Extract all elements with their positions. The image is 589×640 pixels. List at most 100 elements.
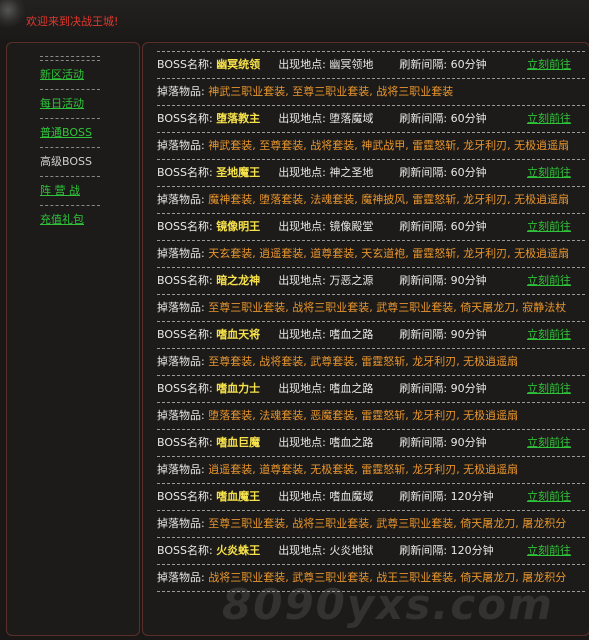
drops-label: 掉落物品: — [157, 463, 205, 476]
boss-drops-row: 掉落物品: 神武三职业套装, 至尊三职业套装, 战将三职业套装 — [157, 79, 585, 105]
boss-name-label: BOSS名称: — [157, 490, 213, 503]
boss-drops: 至尊套装, 战将套装, 武尊套装, 雷霆怒斩, 龙牙利刃, 无极逍遥扇 — [208, 355, 519, 368]
boss-name: 嗜血魔王 — [216, 490, 261, 503]
location-label: 出现地点: — [278, 58, 326, 71]
boss-drops-row: 掉落物品: 魔神套装, 堕落套装, 法魂套装, 魔神披风, 雷霆怒斩, 龙牙利刃… — [157, 187, 585, 213]
menu-divider — [40, 118, 100, 119]
location-label: 出现地点: — [278, 166, 326, 179]
go-now-link[interactable]: 立刻前往 — [527, 322, 571, 348]
boss-location: 火炎地狱 — [329, 544, 374, 557]
boss-info-row: BOSS名称: 镜像明王 出现地点: 镜像殿堂 刷新间隔: 60分钟 立刻前往 — [157, 214, 585, 240]
go-now-link[interactable]: 立刻前往 — [527, 430, 571, 456]
boss-name: 嗜血巨魔 — [216, 436, 261, 449]
ornament-corner-icon — [0, 0, 26, 40]
menu-divider — [40, 147, 100, 148]
boss-info-row: BOSS名称: 堕落教主 出现地点: 堕落魔域 刷新间隔: 60分钟 立刻前往 — [157, 106, 585, 132]
nav-menu: 新区活动每日活动普通BOSS 高级BOSS 阵 营 战充值礼包 — [40, 53, 100, 231]
boss-name: 嗜血力士 — [216, 382, 261, 395]
nav-item-label[interactable]: 阵 营 战 — [40, 184, 80, 197]
interval-label: 刷新间隔: — [399, 328, 448, 341]
boss-interval: 90分钟 — [450, 328, 487, 341]
boss-name-label: BOSS名称: — [157, 382, 213, 395]
drops-label: 掉落物品: — [157, 355, 205, 368]
boss-interval: 90分钟 — [450, 382, 487, 395]
go-now-link[interactable]: 立刻前往 — [527, 484, 571, 510]
location-label: 出现地点: — [278, 328, 326, 341]
nav-item[interactable]: 充值礼包 — [40, 209, 100, 231]
interval-label: 刷新间隔: — [399, 112, 448, 125]
menu-divider — [40, 89, 100, 90]
boss-drops: 至尊三职业套装, 战将三职业套装, 武尊三职业套装, 倚天屠龙刀, 寂静法杖 — [208, 301, 567, 314]
boss-drops-row: 掉落物品: 至尊三职业套装, 战将三职业套装, 武尊三职业套装, 倚天屠龙刀, … — [157, 295, 585, 321]
boss-location: 嗜血之路 — [329, 328, 374, 341]
drops-label: 掉落物品: — [157, 409, 205, 422]
boss-location: 幽冥领地 — [329, 58, 374, 71]
menu-divider — [40, 60, 100, 61]
boss-name-label: BOSS名称: — [157, 544, 213, 557]
nav-item[interactable]: 普通BOSS — [40, 122, 100, 144]
boss-list: BOSS名称: 幽冥统领 出现地点: 幽冥领地 刷新间隔: 60分钟 立刻前往 掉落物品… — [157, 51, 585, 592]
go-now-link[interactable]: 立刻前往 — [527, 376, 571, 402]
boss-location: 堕落魔域 — [329, 112, 374, 125]
location-label: 出现地点: — [278, 490, 326, 503]
boss-info-row: BOSS名称: 圣地魔王 出现地点: 神之圣地 刷新间隔: 60分钟 立刻前往 — [157, 160, 585, 186]
boss-interval: 120分钟 — [450, 490, 494, 503]
nav-item[interactable]: 阵 营 战 — [40, 180, 100, 202]
menu-divider — [40, 176, 100, 177]
location-label: 出现地点: — [278, 220, 326, 233]
boss-name-label: BOSS名称: — [157, 436, 213, 449]
interval-label: 刷新间隔: — [399, 220, 448, 233]
boss-info-row: BOSS名称: 嗜血魔王 出现地点: 嗜血魔域 刷新间隔: 120分钟 立刻前往 — [157, 484, 585, 510]
welcome-text: 欢迎来到决战王城! — [26, 15, 119, 28]
nav-item-label[interactable]: 充值礼包 — [40, 213, 84, 226]
boss-name: 镜像明王 — [216, 220, 261, 233]
go-now-link[interactable]: 立刻前往 — [527, 160, 571, 186]
boss-info-row: BOSS名称: 嗜血天将 出现地点: 嗜血之路 刷新间隔: 90分钟 立刻前往 — [157, 322, 585, 348]
boss-interval: 120分钟 — [450, 544, 494, 557]
interval-label: 刷新间隔: — [399, 166, 448, 179]
nav-item[interactable]: 高级BOSS — [40, 151, 100, 173]
nav-item-label[interactable]: 新区活动 — [40, 68, 84, 81]
boss-name: 火炎蛛王 — [216, 544, 261, 557]
interval-label: 刷新间隔: — [399, 544, 448, 557]
nav-item-label[interactable]: 每日活动 — [40, 97, 84, 110]
drops-label: 掉落物品: — [157, 301, 205, 314]
watermark: 8090yxs.com — [222, 580, 554, 629]
interval-label: 刷新间隔: — [399, 490, 448, 503]
go-now-link[interactable]: 立刻前往 — [527, 538, 571, 564]
boss-location: 嗜血之路 — [329, 436, 374, 449]
nav-item[interactable]: 新区活动 — [40, 64, 100, 86]
boss-drops: 天玄套装, 逍遥套装, 道尊套装, 天玄道袍, 雷霆怒斩, 龙牙利刃, 无极逍遥… — [208, 247, 570, 260]
boss-location: 神之圣地 — [329, 166, 374, 179]
go-now-link[interactable]: 立刻前往 — [527, 214, 571, 240]
left-nav-panel: 新区活动每日活动普通BOSS 高级BOSS 阵 营 战充值礼包 — [6, 42, 140, 636]
location-label: 出现地点: — [278, 274, 326, 287]
boss-drops: 堕落套装, 法魂套装, 恶魔套装, 雷霆怒斩, 龙牙利刃, 无极逍遥扇 — [208, 409, 519, 422]
nav-item[interactable]: 每日活动 — [40, 93, 100, 115]
drops-label: 掉落物品: — [157, 517, 205, 530]
go-now-link[interactable]: 立刻前往 — [527, 52, 571, 78]
boss-name: 幽冥统领 — [216, 58, 261, 71]
location-label: 出现地点: — [278, 112, 326, 125]
menu-divider — [40, 56, 100, 57]
go-now-link[interactable]: 立刻前往 — [527, 268, 571, 294]
drops-label: 掉落物品: — [157, 571, 205, 584]
boss-name: 堕落教主 — [216, 112, 261, 125]
boss-drops: 至尊三职业套装, 战将三职业套装, 武尊三职业套装, 倚天屠龙刀, 屠龙积分 — [208, 517, 567, 530]
interval-label: 刷新间隔: — [399, 58, 448, 71]
boss-location: 万恶之源 — [329, 274, 374, 287]
boss-location: 镜像殿堂 — [329, 220, 374, 233]
boss-name: 嗜血天将 — [216, 328, 261, 341]
drops-label: 掉落物品: — [157, 193, 205, 206]
boss-name: 暗之龙神 — [216, 274, 261, 287]
boss-name: 圣地魔王 — [216, 166, 261, 179]
drops-label: 掉落物品: — [157, 139, 205, 152]
boss-info-row: BOSS名称: 暗之龙神 出现地点: 万恶之源 刷新间隔: 90分钟 立刻前往 — [157, 268, 585, 294]
boss-name-label: BOSS名称: — [157, 166, 213, 179]
boss-location: 嗜血之路 — [329, 382, 374, 395]
go-now-link[interactable]: 立刻前往 — [527, 106, 571, 132]
nav-item-label[interactable]: 高级BOSS — [40, 155, 92, 168]
nav-item-label[interactable]: 普通BOSS — [40, 126, 92, 139]
boss-drops-row: 掉落物品: 逍遥套装, 道尊套装, 无极套装, 雷霆怒斩, 龙牙利刃, 无极逍遥… — [157, 457, 585, 483]
boss-name-label: BOSS名称: — [157, 112, 213, 125]
